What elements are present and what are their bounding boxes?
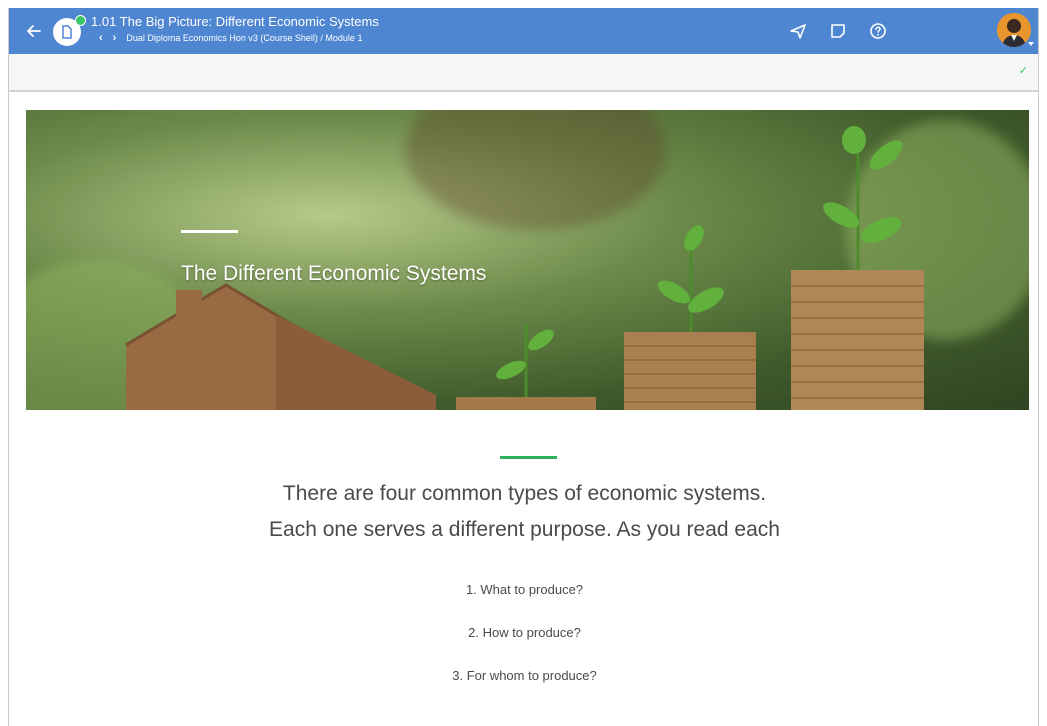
back-button[interactable]	[23, 20, 45, 42]
lead-text-line-2: Each one serves a different purpose. As …	[269, 518, 780, 541]
breadcrumb-row: ‹ › Dual Diploma Economics Hon v3 (Cours…	[99, 32, 362, 44]
check-icon: ✓	[1018, 65, 1028, 77]
breadcrumb[interactable]: Dual Diploma Economics Hon v3 (Course Sh…	[126, 33, 362, 43]
help-circle-icon[interactable]	[869, 22, 887, 40]
document-icon	[62, 25, 72, 39]
section-accent-bar	[500, 456, 557, 459]
question-item: 3. For whom to produce?	[452, 668, 597, 683]
question-item: 1. What to produce?	[465, 582, 584, 597]
chevron-left-icon[interactable]: ‹	[99, 32, 103, 44]
secondary-toolbar: ✓	[9, 54, 1038, 92]
status-dot	[75, 15, 86, 26]
hero-accent-bar	[181, 230, 238, 233]
chevron-down-icon[interactable]	[1028, 42, 1034, 46]
toolbar-icons	[789, 22, 887, 40]
user-avatar-icon	[997, 13, 1031, 47]
avatar[interactable]	[997, 13, 1031, 47]
note-icon[interactable]	[829, 22, 847, 40]
lead-text-line-1: There are four common types of economic …	[282, 482, 767, 505]
top-bar: 1.01 The Big Picture: Different Economic…	[9, 8, 1038, 54]
app-frame: 1.01 The Big Picture: Different Economic…	[8, 8, 1039, 726]
question-item: 2. How to produce?	[468, 625, 581, 640]
arrow-left-icon	[27, 25, 41, 37]
hero-title: The Different Economic Systems	[181, 262, 487, 285]
chevron-right-icon[interactable]: ›	[113, 32, 117, 44]
paper-plane-icon[interactable]	[789, 22, 807, 40]
page-title: 1.01 The Big Picture: Different Economic…	[91, 14, 379, 29]
house-and-coins-image	[125, 126, 924, 410]
hero-banner: The Different Economic Systems	[26, 110, 1029, 410]
